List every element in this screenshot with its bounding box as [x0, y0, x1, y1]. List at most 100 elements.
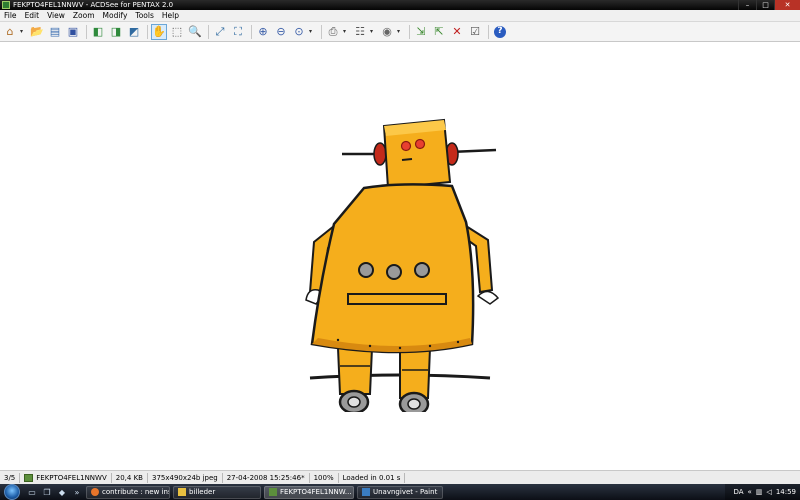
- menu-zoom[interactable]: Zoom: [73, 11, 95, 20]
- robot-button-1: [358, 262, 374, 278]
- fit-image-button[interactable]: ⤢: [212, 24, 228, 40]
- image-viewer[interactable]: [0, 42, 800, 470]
- help-icon: ?: [494, 25, 506, 38]
- auto-advance-icon: ◩: [128, 25, 140, 38]
- image-file-icon: [24, 473, 34, 482]
- robot-button-2: [386, 264, 402, 280]
- robot-leg-left: [336, 347, 374, 395]
- tray-expand-icon[interactable]: «: [748, 488, 752, 496]
- browse-button[interactable]: ⌂: [2, 24, 18, 40]
- taskbar-item-browser[interactable]: contribute : new ins...: [86, 485, 170, 499]
- disc-button[interactable]: ◉: [379, 24, 395, 40]
- dropdown-arrow-icon[interactable]: ▾: [397, 28, 403, 35]
- system-tray: DA « ▥ ◁ 14:59: [725, 484, 800, 500]
- zoom-level-button[interactable]: ⊙: [291, 24, 307, 40]
- print-button[interactable]: ⎙: [325, 24, 341, 40]
- quick-launch-icon[interactable]: ◆: [56, 486, 68, 498]
- select-tool-icon: ⬚: [171, 25, 183, 38]
- title-bar: FEKPTO4FEL1NNWV - ACDSee for PENTAX 2.0 …: [0, 0, 800, 10]
- hand-tool-button[interactable]: ✋: [151, 23, 167, 40]
- toolbar-separator: [251, 24, 252, 39]
- open-folder-button[interactable]: 📂: [29, 24, 45, 40]
- toolbar: ⌂ ▾ 📂 ▤ ▣ ◧ ◨ ◩ ✋ ⬚ 🔍 ⤢ ⛶ ⊕ ⊖ ⊙ ▾ ⎙ ▾ ☷ ▾ ◉ ▾ ⇲ ⇱ ✕ ☑?: [0, 22, 800, 42]
- menu-bar: File Edit View Zoom Modify Tools Help: [0, 10, 800, 22]
- status-filename: FEKPTO4FEL1NNWV: [20, 472, 112, 483]
- zoom-tool-icon: 🔍: [188, 25, 202, 38]
- toolbar-separator: [488, 24, 489, 39]
- fit-image-icon: ⤢: [215, 25, 225, 38]
- dropdown-arrow-icon[interactable]: ▾: [309, 28, 315, 35]
- disc-icon: ◉: [382, 25, 392, 38]
- zoom-in-button[interactable]: ⊕: [255, 24, 271, 40]
- dropdown-arrow-icon[interactable]: ▾: [370, 28, 376, 35]
- toolbar-separator: [321, 24, 322, 39]
- copy-to-folder-button[interactable]: ⇲: [413, 24, 429, 40]
- status-zoom: 100%: [310, 472, 339, 483]
- status-position: 3/5: [0, 472, 21, 483]
- language-indicator[interactable]: DA: [733, 488, 743, 496]
- toolbar-separator: [147, 24, 148, 39]
- minimize-button[interactable]: –: [738, 0, 756, 10]
- taskbar-item-paint[interactable]: Unavngivet - Paint: [357, 485, 443, 499]
- folder-icon: [178, 488, 186, 496]
- select-tool-button[interactable]: ⬚: [169, 24, 185, 40]
- status-dimensions: 375x490x24b jpeg: [148, 472, 223, 483]
- zoom-level-icon: ⊙: [294, 25, 304, 38]
- hand-tool-icon: ✋: [152, 25, 166, 38]
- menu-edit[interactable]: Edit: [25, 11, 40, 20]
- zoom-out-icon: ⊖: [276, 25, 286, 38]
- robot-slot: [347, 293, 447, 305]
- open-folder-icon: 📂: [30, 25, 44, 38]
- save-button[interactable]: ▣: [65, 24, 81, 40]
- delete-button[interactable]: ✕: [449, 24, 465, 40]
- firefox-icon: [91, 488, 99, 496]
- quick-launch-overflow-icon[interactable]: »: [71, 486, 83, 498]
- taskbar-item-acdsee[interactable]: FEKPTO4FEL1NNW...: [264, 485, 354, 499]
- scanner-button[interactable]: ☷: [352, 24, 368, 40]
- delete-icon: ✕: [452, 25, 462, 38]
- robot-mouth: [401, 158, 413, 161]
- open-file-button[interactable]: ▤: [47, 24, 63, 40]
- acdsee-app-icon[interactable]: [2, 1, 10, 9]
- auto-advance-button[interactable]: ◩: [126, 24, 142, 40]
- move-to-folder-button[interactable]: ⇱: [431, 24, 447, 40]
- menu-modify[interactable]: Modify: [103, 11, 128, 20]
- volume-icon[interactable]: ◁: [766, 488, 771, 496]
- close-button[interactable]: ✕: [774, 0, 800, 10]
- full-screen-button[interactable]: ⛶: [230, 24, 246, 40]
- help-button[interactable]: ?: [492, 24, 508, 40]
- open-file-icon: ▤: [49, 25, 61, 38]
- browse-icon: ⌂: [6, 25, 14, 38]
- scanner-icon: ☷: [355, 25, 365, 38]
- menu-file[interactable]: File: [4, 11, 17, 20]
- properties-button[interactable]: ☑: [467, 24, 483, 40]
- switch-windows-icon[interactable]: ❐: [41, 486, 53, 498]
- dropdown-arrow-icon[interactable]: ▾: [20, 28, 26, 35]
- network-icon[interactable]: ▥: [756, 488, 763, 496]
- maximize-button[interactable]: □: [756, 0, 774, 10]
- toolbar-separator: [208, 24, 209, 39]
- robot-eye-right: [414, 138, 426, 150]
- previous-image-button[interactable]: ◧: [90, 24, 106, 40]
- paint-icon: [362, 488, 370, 496]
- status-file-size: 20,4 KB: [112, 472, 148, 483]
- taskbar: ▭ ❐ ◆ » contribute : new ins... billeder…: [0, 484, 800, 500]
- zoom-out-button[interactable]: ⊖: [273, 24, 289, 40]
- menu-view[interactable]: View: [47, 11, 65, 20]
- menu-help[interactable]: Help: [162, 11, 179, 20]
- robot-ear-left: [373, 142, 387, 166]
- taskbar-item-folder[interactable]: billeder: [173, 485, 261, 499]
- previous-image-icon: ◧: [92, 25, 104, 38]
- toolbar-separator: [409, 24, 410, 39]
- status-load-time: Loaded in 0.01 s: [339, 472, 406, 483]
- next-image-button[interactable]: ◨: [108, 24, 124, 40]
- robot-leg-right: [399, 347, 432, 399]
- properties-icon: ☑: [470, 25, 480, 38]
- clock[interactable]: 14:59: [776, 488, 796, 496]
- start-button[interactable]: [4, 484, 20, 500]
- dropdown-arrow-icon[interactable]: ▾: [343, 28, 349, 35]
- zoom-tool-button[interactable]: 🔍: [187, 24, 203, 40]
- menu-tools[interactable]: Tools: [135, 11, 153, 20]
- show-desktop-icon[interactable]: ▭: [26, 486, 38, 498]
- status-date: 27-04-2008 15:25:46*: [223, 472, 310, 483]
